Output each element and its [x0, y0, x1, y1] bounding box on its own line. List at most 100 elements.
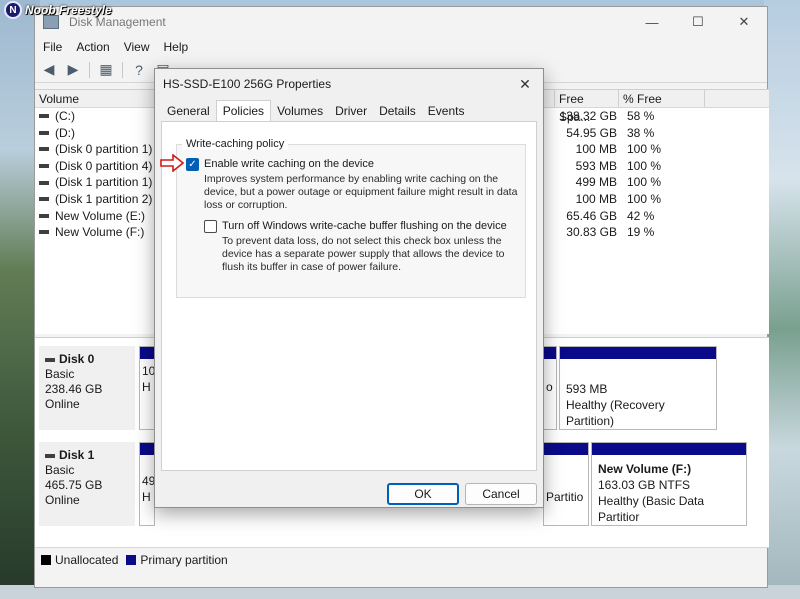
tab-general[interactable]: General: [161, 101, 216, 121]
legend-unallocated: Unallocated: [41, 553, 118, 567]
disk-size: 238.46 GB: [45, 382, 103, 396]
disk-status: Online: [45, 397, 80, 411]
watermark-logo: N: [4, 1, 22, 19]
column-free-space[interactable]: Free Spa...: [555, 90, 619, 124]
volume-name: (Disk 0 partition 4): [55, 158, 153, 173]
ok-button[interactable]: OK: [387, 483, 459, 505]
volume-name: New Volume (F:): [55, 225, 145, 240]
tab-events[interactable]: Events: [422, 101, 471, 121]
watermark: N Noob Freestyle: [4, 1, 112, 19]
close-button[interactable]: ✕: [721, 7, 767, 37]
menu-bar: File Action View Help: [35, 37, 767, 57]
forward-arrow-icon[interactable]: ▶: [63, 61, 83, 79]
percent-free: 100 %: [627, 191, 662, 206]
legend-swatch: [126, 555, 137, 566]
partition-status: H: [142, 380, 151, 394]
disk-name: Disk 1: [59, 448, 95, 462]
tab-driver[interactable]: Driver: [329, 101, 373, 121]
volume-name: (Disk 1 partition 2): [55, 191, 153, 206]
dialog-tabs: General Policies Volumes Driver Details …: [155, 99, 543, 121]
free-space: 593 MB: [575, 158, 617, 173]
disk-icon: [45, 453, 55, 458]
partition-block[interactable]: Partitio: [543, 442, 589, 526]
legend-swatch: [41, 555, 51, 566]
minimize-button[interactable]: —: [629, 7, 675, 37]
volume-name: (Disk 1 partition 1): [55, 175, 153, 190]
help-icon[interactable]: ?: [129, 61, 149, 79]
red-arrow-icon: [160, 154, 184, 172]
enable-write-caching-description: Improves system performance by enabling …: [204, 173, 518, 211]
watermark-text: Noob Freestyle: [25, 3, 112, 17]
partition-block[interactable]: o: [543, 346, 557, 430]
desktop-background-right: [764, 0, 800, 599]
partition-size: 163.03 GB NTFS: [598, 478, 691, 492]
disk-type: Basic: [45, 367, 75, 381]
cancel-button[interactable]: Cancel: [465, 483, 537, 505]
column-percent-free[interactable]: % Free: [619, 90, 705, 107]
percent-free: 58 %: [627, 109, 655, 123]
drive-icon: [39, 230, 49, 235]
partition-new-volume-f[interactable]: New Volume (F:) 163.03 GB NTFS Healthy (…: [591, 442, 747, 526]
drive-icon: [39, 180, 49, 185]
volume-name: (C:): [55, 109, 75, 123]
console-tree-icon[interactable]: ▦: [96, 61, 116, 79]
percent-free: 38 %: [627, 125, 655, 140]
partition-block[interactable]: 10 H: [139, 346, 155, 430]
partition-block[interactable]: 49 H: [139, 442, 155, 526]
drive-icon: [39, 164, 49, 169]
maximize-button[interactable]: ☐: [675, 7, 721, 37]
turn-off-buffer-flushing-description: To prevent data loss, do not select this…: [222, 235, 505, 273]
enable-write-caching-label[interactable]: Enable write caching on the device: [204, 158, 374, 170]
menu-action[interactable]: Action: [76, 40, 109, 54]
turn-off-buffer-flushing-label[interactable]: Turn off Windows write-cache buffer flus…: [222, 220, 507, 232]
volume-name: (D:): [55, 125, 75, 140]
free-space: 54.95 GB: [566, 125, 617, 140]
partition-status: H: [142, 490, 151, 504]
dialog-title: HS-SSD-E100 256G Properties: [163, 77, 332, 91]
title-bar: Disk Management — ☐ ✕: [35, 7, 767, 37]
volume-name: (Disk 0 partition 1): [55, 142, 153, 157]
properties-dialog: HS-SSD-E100 256G Properties ✕ General Po…: [154, 68, 544, 508]
disk-info[interactable]: Disk 1 Basic 465.75 GB Online: [39, 442, 135, 526]
dialog-title-bar: HS-SSD-E100 256G Properties ✕: [155, 69, 543, 99]
partition-title: New Volume (F:): [598, 462, 692, 476]
drive-icon: [39, 114, 49, 119]
tab-volumes[interactable]: Volumes: [271, 101, 329, 121]
partition-status: Healthy (Basic Data Partitior: [598, 494, 705, 524]
free-space: 65.46 GB: [566, 208, 617, 223]
turn-off-buffer-flushing-checkbox[interactable]: [204, 220, 217, 233]
free-space: 30.83 GB: [566, 225, 617, 240]
percent-free: 42 %: [627, 208, 655, 223]
back-arrow-icon[interactable]: ◀: [39, 61, 59, 79]
legend-primary-partition: Primary partition: [126, 553, 228, 567]
toolbar-separator: [89, 61, 90, 78]
percent-free: 100 %: [627, 175, 662, 190]
partition-recovery[interactable]: 593 MB Healthy (Recovery Partition): [559, 346, 717, 430]
enable-write-caching-option[interactable]: ✓ Enable write caching on the device: [186, 158, 374, 171]
percent-free: 100 %: [627, 158, 662, 173]
enable-write-caching-checkbox[interactable]: ✓: [186, 158, 199, 171]
disk-size: 465.75 GB: [45, 478, 103, 492]
drive-icon: [39, 147, 49, 152]
menu-file[interactable]: File: [43, 40, 62, 54]
dialog-close-button[interactable]: ✕: [507, 76, 543, 93]
toolbar-separator: [122, 61, 123, 78]
percent-free: 19 %: [627, 225, 655, 240]
write-caching-group-label: Write-caching policy: [182, 138, 289, 150]
percent-free: 100 %: [627, 142, 662, 157]
disk-info[interactable]: Disk 0 Basic 238.46 GB Online: [39, 346, 135, 430]
partition-status: o: [546, 380, 553, 394]
free-space: 138.32 GB: [559, 109, 617, 123]
turn-off-buffer-flushing-option[interactable]: Turn off Windows write-cache buffer flus…: [204, 220, 507, 233]
partition-status: Healthy (Recovery Partition): [566, 398, 665, 428]
disk-icon: [45, 357, 55, 362]
free-space: 100 MB: [575, 142, 617, 157]
menu-help[interactable]: Help: [164, 40, 189, 54]
disk-type: Basic: [45, 463, 75, 477]
tab-details[interactable]: Details: [373, 101, 422, 121]
tab-policies[interactable]: Policies: [215, 100, 272, 121]
menu-view[interactable]: View: [124, 40, 150, 54]
partition-size: 10: [142, 364, 156, 378]
disk-name: Disk 0: [59, 352, 95, 366]
legend: Unallocated Primary partition: [35, 547, 769, 571]
